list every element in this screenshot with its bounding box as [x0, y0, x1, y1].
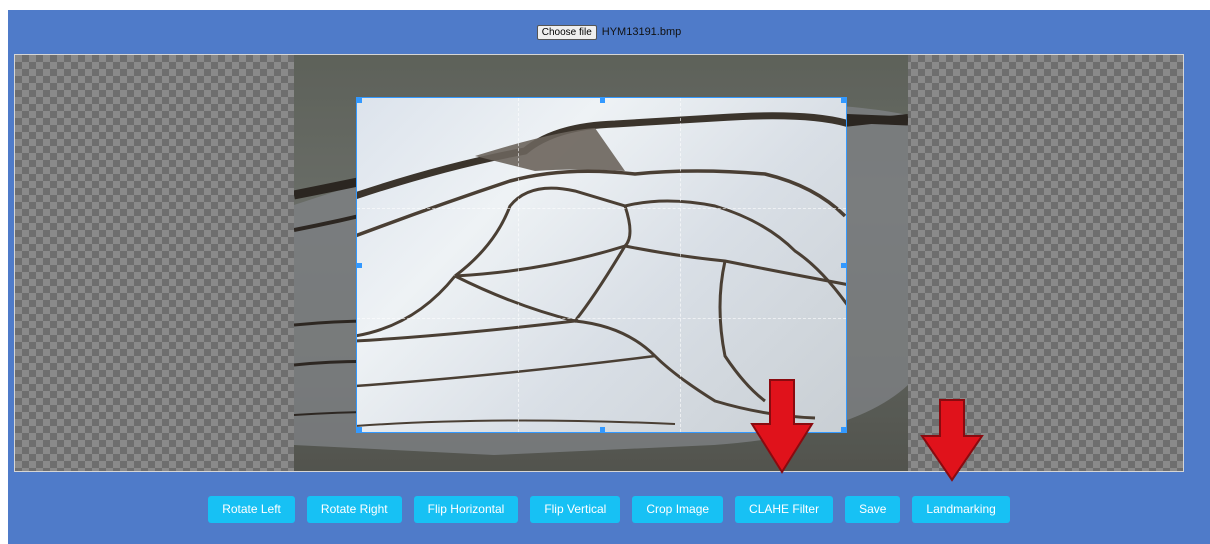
- crop-handle-right[interactable]: [841, 263, 846, 268]
- image-workspace[interactable]: [14, 54, 1184, 472]
- crop-handle-top-right[interactable]: [841, 98, 846, 103]
- rotate-left-button[interactable]: Rotate Left: [208, 495, 295, 523]
- crop-guide-vertical: [679, 98, 681, 432]
- crop-handle-left[interactable]: [357, 263, 362, 268]
- choose-file-button[interactable]: Choose file: [536, 24, 597, 40]
- editor-toolbar: Rotate Left Rotate Right Flip Horizontal…: [8, 495, 1210, 523]
- image-editor-app: Choose file HYM13191.bmp Rotate Left Rot…: [8, 10, 1210, 544]
- crop-handle-top-left[interactable]: [357, 98, 362, 103]
- crop-guide-horizontal: [357, 208, 846, 210]
- file-input-row: Choose file HYM13191.bmp: [8, 23, 1210, 41]
- flip-vertical-button[interactable]: Flip Vertical: [530, 495, 621, 523]
- crop-handle-top[interactable]: [600, 98, 605, 103]
- file-name-label: HYM13191.bmp: [601, 26, 682, 38]
- save-button[interactable]: Save: [845, 495, 901, 523]
- crop-handle-bottom[interactable]: [600, 427, 605, 432]
- arrow-down-icon: [920, 399, 984, 482]
- crop-guide-vertical: [518, 98, 520, 432]
- crop-handle-bottom-right[interactable]: [841, 427, 846, 432]
- arrow-down-icon: [750, 379, 814, 474]
- flip-horizontal-button[interactable]: Flip Horizontal: [413, 495, 519, 523]
- clahe-filter-button[interactable]: CLAHE Filter: [735, 495, 834, 523]
- crop-image-button[interactable]: Crop Image: [632, 495, 724, 523]
- landmarking-button[interactable]: Landmarking: [912, 495, 1010, 523]
- crop-handle-bottom-left[interactable]: [357, 427, 362, 432]
- crop-guide-horizontal: [357, 318, 846, 320]
- rotate-right-button[interactable]: Rotate Right: [306, 495, 402, 523]
